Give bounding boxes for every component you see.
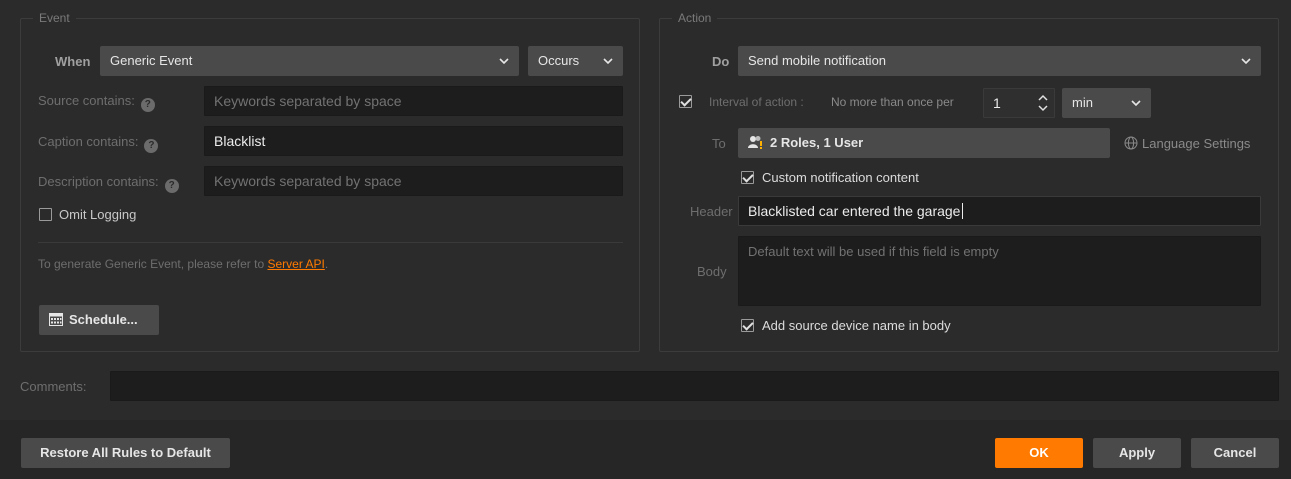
interval-label: Interval of action : bbox=[709, 95, 804, 109]
omit-logging-label: Omit Logging bbox=[59, 207, 137, 222]
when-label: When bbox=[55, 54, 91, 69]
chevron-down-icon bbox=[1131, 88, 1141, 118]
comments-input[interactable] bbox=[110, 371, 1279, 401]
help-icon[interactable]: ? bbox=[144, 139, 159, 153]
custom-content-checkbox[interactable] bbox=[741, 171, 754, 184]
interval-unit-select[interactable]: min bbox=[1062, 88, 1151, 118]
apply-button[interactable]: Apply bbox=[1093, 438, 1181, 468]
to-label: To bbox=[712, 136, 726, 151]
cancel-button[interactable]: Cancel bbox=[1191, 438, 1279, 468]
do-value: Send mobile notification bbox=[748, 53, 887, 68]
body-label: Body bbox=[697, 264, 727, 279]
occurs-value: Occurs bbox=[538, 53, 580, 68]
caption-input[interactable]: Blacklist bbox=[204, 126, 623, 156]
description-label: Description contains:? bbox=[38, 174, 179, 193]
interval-stepper[interactable]: 1 bbox=[983, 88, 1055, 118]
occurs-select[interactable]: Occurs bbox=[528, 46, 623, 76]
chevron-down-icon bbox=[499, 46, 509, 76]
add-source-checkbox[interactable] bbox=[741, 319, 754, 332]
when-select[interactable]: Generic Event bbox=[100, 46, 519, 76]
header-label: Header bbox=[690, 204, 733, 219]
server-api-link[interactable]: Server API bbox=[267, 257, 324, 271]
event-divider bbox=[38, 242, 623, 243]
chevron-down-icon bbox=[603, 46, 613, 76]
when-value: Generic Event bbox=[110, 53, 193, 68]
text-cursor bbox=[962, 203, 964, 219]
interval-prefix: No more than once per bbox=[831, 95, 954, 109]
help-icon[interactable]: ? bbox=[140, 98, 155, 112]
caption-label: Caption contains:? bbox=[38, 134, 159, 153]
do-select[interactable]: Send mobile notification bbox=[738, 46, 1261, 76]
add-source-label: Add source device name in body bbox=[762, 318, 951, 333]
calendar-icon bbox=[49, 307, 63, 337]
action-legend: Action bbox=[672, 11, 718, 25]
globe-icon bbox=[1124, 136, 1138, 154]
restore-defaults-button[interactable]: Restore All Rules to Default bbox=[21, 438, 230, 468]
description-input[interactable]: Keywords separated by space bbox=[204, 166, 623, 196]
body-textarea[interactable]: Default text will be used if this field … bbox=[738, 236, 1261, 306]
custom-content-label: Custom notification content bbox=[762, 170, 919, 185]
interval-checkbox[interactable] bbox=[679, 95, 692, 108]
source-input[interactable]: Keywords separated by space bbox=[204, 86, 623, 116]
event-legend: Event bbox=[33, 11, 76, 25]
stepper-arrows-icon[interactable] bbox=[1038, 92, 1048, 123]
header-input[interactable]: Blacklisted car entered the garage bbox=[738, 196, 1261, 226]
help-icon[interactable]: ? bbox=[164, 179, 179, 193]
source-label: Source contains:? bbox=[38, 93, 155, 112]
users-icon bbox=[748, 130, 764, 160]
language-settings-link[interactable]: Language Settings bbox=[1124, 136, 1250, 154]
ok-button[interactable]: OK bbox=[995, 438, 1083, 468]
chevron-down-icon bbox=[1241, 46, 1251, 76]
to-recipients-button[interactable]: 2 Roles, 1 User bbox=[738, 128, 1110, 158]
schedule-button[interactable]: Schedule... bbox=[39, 305, 159, 335]
do-label: Do bbox=[712, 54, 730, 69]
generic-event-info: To generate Generic Event, please refer … bbox=[38, 257, 329, 271]
comments-label: Comments: bbox=[20, 379, 87, 394]
omit-logging-checkbox[interactable] bbox=[39, 208, 52, 221]
